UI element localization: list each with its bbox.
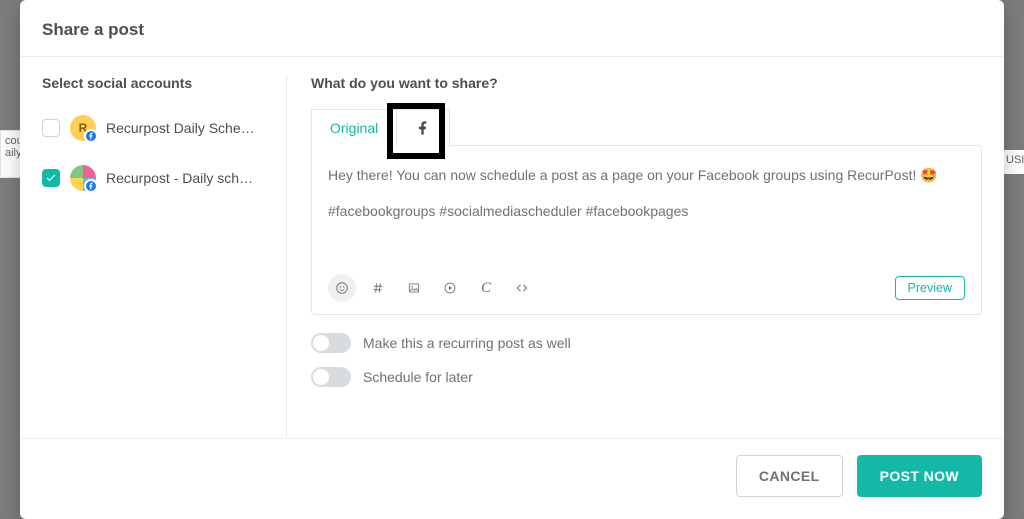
post-line: Hey there! You can now schedule a post a…: [328, 164, 965, 186]
compose-panel-title: What do you want to share?: [311, 75, 982, 91]
preview-button[interactable]: Preview: [895, 276, 965, 300]
account-checkbox[interactable]: [42, 119, 60, 137]
compose-panel: What do you want to share? Original Hey …: [287, 75, 982, 438]
video-button[interactable]: [436, 274, 464, 302]
post-now-button[interactable]: POST NOW: [857, 455, 982, 497]
toggle-schedule[interactable]: [311, 367, 351, 387]
toggle-schedule-label: Schedule for later: [363, 369, 473, 385]
facebook-badge-icon: [84, 129, 98, 143]
account-avatar: [70, 165, 96, 191]
emoji-button[interactable]: [328, 274, 356, 302]
account-row[interactable]: Recurpost - Daily schedu…: [42, 159, 270, 209]
facebook-icon: [415, 120, 431, 136]
tab-original[interactable]: Original: [311, 109, 397, 146]
toggle-recurring-row: Make this a recurring post as well: [311, 333, 982, 353]
account-name: Recurpost Daily Schedul…: [106, 120, 256, 136]
modal-body: Select social accounts R Recurpost Daily…: [20, 57, 1004, 438]
modal-footer: CANCEL POST NOW: [20, 438, 1004, 519]
accounts-panel: Select social accounts R Recurpost Daily…: [42, 75, 287, 438]
toggle-recurring[interactable]: [311, 333, 351, 353]
canva-c-icon: C: [481, 280, 491, 297]
account-avatar: R: [70, 115, 96, 141]
facebook-badge-icon: [84, 179, 98, 193]
canva-button[interactable]: C: [472, 274, 500, 302]
background-fragment-right: USI: [1002, 150, 1024, 174]
image-button[interactable]: [400, 274, 428, 302]
account-name: Recurpost - Daily schedu…: [106, 170, 256, 186]
account-checkbox[interactable]: [42, 169, 60, 187]
hashtag-button[interactable]: [364, 274, 392, 302]
toggle-schedule-row: Schedule for later: [311, 367, 982, 387]
accounts-panel-title: Select social accounts: [42, 75, 270, 91]
share-post-modal: Share a post Select social accounts R Re…: [20, 0, 1004, 519]
editor-toolbar: C Preview: [328, 274, 965, 302]
embed-button[interactable]: [508, 274, 536, 302]
account-row[interactable]: R Recurpost Daily Schedul…: [42, 109, 270, 159]
play-circle-icon: [443, 281, 457, 295]
emoji-icon: [335, 281, 349, 295]
modal-title: Share a post: [20, 0, 1004, 57]
page-backdrop: cou aily USI Share a post Select social …: [0, 0, 1024, 519]
image-icon: [407, 281, 421, 295]
code-icon: [515, 281, 529, 295]
toggle-recurring-label: Make this a recurring post as well: [363, 335, 571, 351]
tab-facebook[interactable]: [396, 109, 450, 146]
post-editor[interactable]: Hey there! You can now schedule a post a…: [311, 145, 982, 315]
post-line-hashtags: #facebookgroups #socialmediascheduler #f…: [328, 200, 965, 222]
post-text-area[interactable]: Hey there! You can now schedule a post a…: [328, 164, 965, 268]
compose-tabs: Original: [311, 109, 982, 146]
hashtag-icon: [371, 281, 385, 295]
cancel-button[interactable]: CANCEL: [736, 455, 843, 497]
